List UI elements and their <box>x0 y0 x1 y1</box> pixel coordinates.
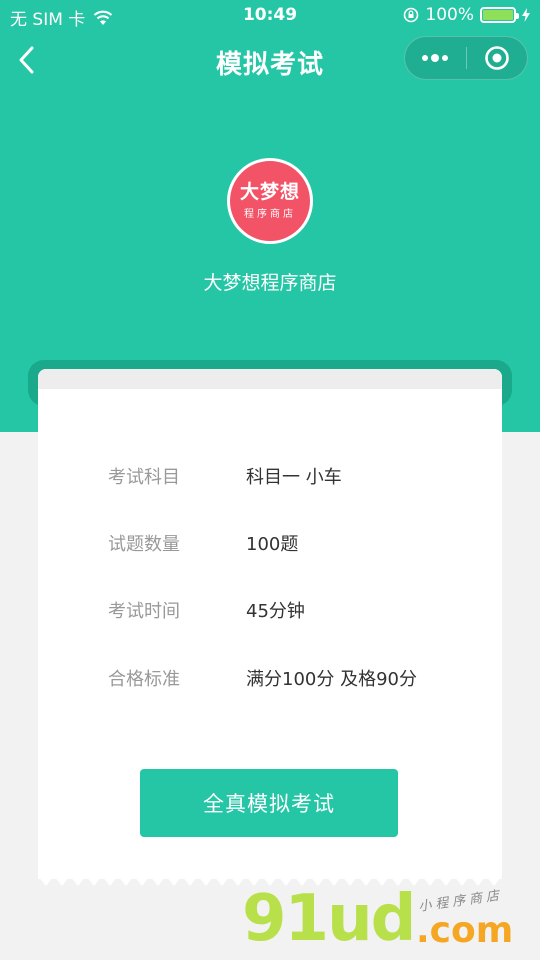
card-top-strip <box>38 369 502 389</box>
more-button[interactable] <box>405 37 466 79</box>
logo-sub-text: 程序商店 <box>244 208 296 220</box>
exam-info-card: 考试科目 科目一 小车 试题数量 100题 考试时间 45分钟 合格标准 满分1… <box>38 369 502 879</box>
more-dots-icon <box>422 54 449 62</box>
shop-name: 大梦想程序商店 <box>203 272 337 294</box>
info-label: 考试科目 <box>108 467 180 488</box>
target-close-icon <box>484 46 509 70</box>
info-row-subject: 考试科目 科目一 小车 <box>108 461 342 491</box>
battery-percent: 100% <box>425 5 474 25</box>
info-row-duration: 考试时间 45分钟 <box>108 595 305 625</box>
site-watermark: 91ud 小程序商店 .com <box>238 882 538 960</box>
close-mini-program-button[interactable] <box>467 37 528 79</box>
info-label: 合格标准 <box>108 669 180 690</box>
info-label: 考试时间 <box>108 601 180 622</box>
info-row-pass-standard: 合格标准 满分100分 及格90分 <box>108 663 417 693</box>
charging-icon <box>522 8 530 22</box>
shop-logo: 大梦想 程序商店 <box>227 158 313 244</box>
mini-program-capsule <box>404 36 528 80</box>
info-value: 满分100分 及格90分 <box>246 669 417 690</box>
nav-bar: 模拟考试 <box>0 32 540 88</box>
watermark-domain: .com <box>416 910 514 951</box>
battery-icon <box>480 7 519 23</box>
status-bar: 无 SIM 卡 10:49 100% <box>0 0 540 32</box>
info-label: 试题数量 <box>108 534 180 555</box>
logo-main-text: 大梦想 <box>239 181 300 204</box>
rotation-lock-icon <box>403 7 419 23</box>
info-value: 科目一 小车 <box>246 467 342 488</box>
start-mock-exam-button[interactable]: 全真模拟考试 <box>140 769 398 837</box>
info-value: 100题 <box>246 534 299 555</box>
watermark-brand: 91ud <box>242 882 416 956</box>
info-value: 45分钟 <box>246 601 305 622</box>
info-row-question-count: 试题数量 100题 <box>108 528 298 558</box>
